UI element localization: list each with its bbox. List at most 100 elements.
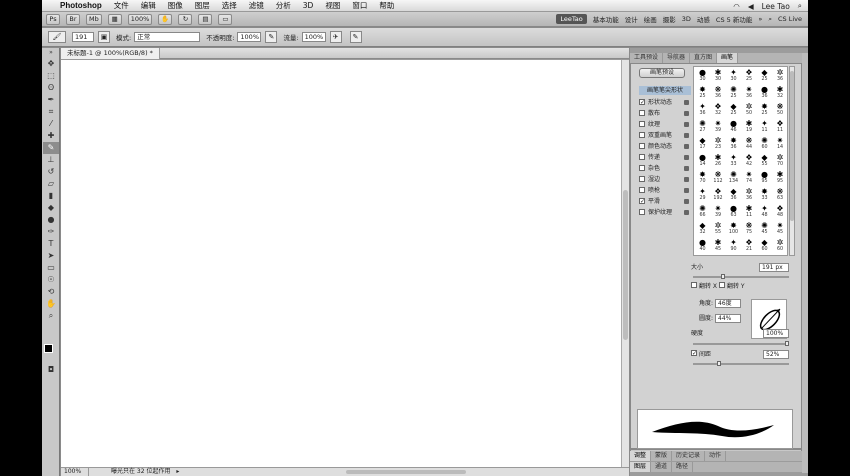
brush-tip-cell[interactable]: ❖ 192 <box>711 187 726 202</box>
brush-tip-cell[interactable]: ✦ 90 <box>726 238 741 253</box>
search-icon[interactable]: ⌕ <box>768 15 772 24</box>
brush-category-checkbox[interactable]: ✓ <box>639 99 645 105</box>
bridge-icon[interactable]: Br <box>66 13 80 25</box>
brush-category[interactable]: 传递 <box>639 153 691 162</box>
status-menu-icon[interactable]: ▸ <box>176 468 179 475</box>
brush-tip-cell[interactable]: ✸ 25 <box>695 85 710 100</box>
workspace-photography[interactable]: 摄影 <box>663 14 676 24</box>
brush-tip-cell[interactable]: ❋ 75 <box>742 221 757 236</box>
tab-histogram[interactable]: 直方图 <box>690 53 718 63</box>
workspace-design[interactable]: 设计 <box>625 14 638 24</box>
rotate-view-icon[interactable]: ↻ <box>178 13 193 25</box>
angle-input[interactable]: 46度 <box>715 299 741 308</box>
volume-icon[interactable]: ◀ <box>748 2 754 11</box>
3d-rotate-tool-icon[interactable]: ☉ <box>43 274 59 286</box>
brush-tip-cell[interactable]: ❖ 32 <box>711 102 726 117</box>
view-extras-icon[interactable]: ▦ <box>107 13 122 25</box>
brush-tip-cell[interactable]: ● 36 <box>757 85 772 100</box>
brush-category[interactable]: 喷枪 <box>639 186 691 195</box>
brush-tip-cell[interactable]: ✲ 55 <box>711 221 726 236</box>
status-zoom[interactable]: 100% <box>61 468 89 476</box>
minibridge-icon[interactable]: Mb <box>86 13 102 25</box>
brush-category-checkbox[interactable] <box>639 110 645 116</box>
brush-category-checkbox[interactable] <box>639 154 645 160</box>
tab-adjustments[interactable]: 调整 <box>630 451 652 461</box>
brush-tip-cell[interactable]: ✷ 39 <box>711 204 726 219</box>
hardness-slider-knob[interactable] <box>785 341 789 346</box>
workspace-motion[interactable]: 动感 <box>697 14 710 24</box>
size-input[interactable]: 191 px <box>759 263 789 272</box>
mode-select[interactable]: 正常 <box>134 32 201 42</box>
brush-tip-cell[interactable]: ✱ 26 <box>711 153 726 168</box>
wifi-icon[interactable]: ◠ <box>733 2 740 11</box>
tool-preset-icon[interactable]: 🖌 <box>48 31 66 43</box>
size-slider-knob[interactable] <box>720 274 725 279</box>
brush-tip-cell[interactable]: ✺ 27 <box>695 119 710 134</box>
brush-tool-icon[interactable]: ✎ <box>43 142 59 154</box>
dock-collapse-bar[interactable] <box>802 53 808 473</box>
hardness-slider[interactable] <box>693 341 789 346</box>
spacing-checkbox[interactable]: ✓ 间距 <box>691 350 711 359</box>
brush-category[interactable]: 保护纹理 <box>639 208 691 217</box>
brush-tip-cell[interactable]: ◆ 32 <box>695 221 710 236</box>
brush-tip-cell[interactable]: ✸ 25 <box>757 102 772 117</box>
brush-tip-cell[interactable]: ✺ 134 <box>726 170 741 185</box>
tab-tool-presets[interactable]: 工具预设 <box>630 53 664 63</box>
workspace-painting[interactable]: 绘画 <box>644 14 657 24</box>
brush-tip-cell[interactable]: ❋ 36 <box>711 85 726 100</box>
brush-tip-cell[interactable]: ✱ 19 <box>742 119 757 134</box>
brush-tip-cell[interactable]: ● 14 <box>695 153 710 168</box>
brush-tip-cell[interactable]: ◆ 17 <box>695 136 710 151</box>
lock-icon[interactable] <box>684 210 689 215</box>
spotlight-icon[interactable]: ⌕ <box>798 1 802 11</box>
brush-tip-cell[interactable]: ● 46 <box>726 119 741 134</box>
brush-tip-cell[interactable]: ● 40 <box>695 238 710 253</box>
canvas[interactable] <box>61 60 621 467</box>
menu-analysis[interactable]: 分析 <box>276 0 291 11</box>
hand-tool-icon[interactable]: ✋ <box>43 298 59 310</box>
brush-category-checkbox[interactable] <box>639 132 645 138</box>
opacity-pressure-icon[interactable]: ✎ <box>265 31 278 43</box>
brush-category[interactable]: ✓ 形状动态 <box>639 98 691 107</box>
brush-category-checkbox[interactable] <box>639 165 645 171</box>
brush-tip-scroll-thumb[interactable] <box>790 71 794 221</box>
flip-x-checkbox[interactable]: 翻转 X <box>691 282 717 291</box>
type-tool-icon[interactable]: T <box>43 238 59 250</box>
brush-tip-cell[interactable]: ✦ 48 <box>757 204 772 219</box>
brush-tip-cell[interactable]: ◆ 25 <box>757 68 772 83</box>
lock-icon[interactable] <box>684 133 689 138</box>
brush-tip-cell[interactable]: ✲ 70 <box>773 153 788 168</box>
move-tool-icon[interactable]: ✥ <box>43 58 59 70</box>
flip-y-checkbox[interactable]: 翻转 Y <box>719 282 745 291</box>
spacing-slider-knob[interactable] <box>716 361 721 366</box>
brush-tip-cell[interactable]: ✺ 45 <box>757 221 772 236</box>
lock-icon[interactable] <box>684 166 689 171</box>
brush-tip-cell[interactable]: ❋ 44 <box>742 136 757 151</box>
roundness-input[interactable]: 44% <box>715 314 741 323</box>
tab-channels[interactable]: 通道 <box>651 462 673 472</box>
brush-tip-cell[interactable]: ✦ 33 <box>726 153 741 168</box>
hand-icon[interactable]: ✋ <box>158 13 173 25</box>
brush-category-checkbox[interactable] <box>639 143 645 149</box>
brush-tip-cell[interactable]: ✱ 30 <box>711 68 726 83</box>
brush-tip-cell[interactable]: ● 30 <box>695 68 710 83</box>
path-select-tool-icon[interactable]: ➤ <box>43 250 59 262</box>
lock-icon[interactable] <box>684 122 689 127</box>
menu-view[interactable]: 视图 <box>325 0 340 11</box>
brush-category[interactable]: 画笔笔尖形状 <box>639 86 691 95</box>
crop-tool-icon[interactable]: ⌗ <box>43 106 59 118</box>
lock-icon[interactable] <box>684 111 689 116</box>
zoom-tool-icon[interactable]: ⌕ <box>43 310 59 322</box>
workspace-leetao[interactable]: LeeTao <box>556 14 587 24</box>
brush-tip-cell[interactable]: ✲ 36 <box>773 68 788 83</box>
lock-icon[interactable] <box>684 188 689 193</box>
marquee-tool-icon[interactable]: ⬚ <box>43 70 59 82</box>
workspace-cs5-new[interactable]: CS 5 新功能 <box>716 14 752 24</box>
horizontal-scroll-thumb[interactable] <box>346 470 466 474</box>
brush-size-picker[interactable]: 191 <box>72 32 94 42</box>
brush-tip-cell[interactable]: ✲ 50 <box>742 102 757 117</box>
lock-icon[interactable] <box>684 100 689 105</box>
gradient-tool-icon[interactable]: ▮ <box>43 190 59 202</box>
brush-tip-cell[interactable]: ✷ 45 <box>773 221 788 236</box>
tab-masks[interactable]: 蒙版 <box>651 451 673 461</box>
